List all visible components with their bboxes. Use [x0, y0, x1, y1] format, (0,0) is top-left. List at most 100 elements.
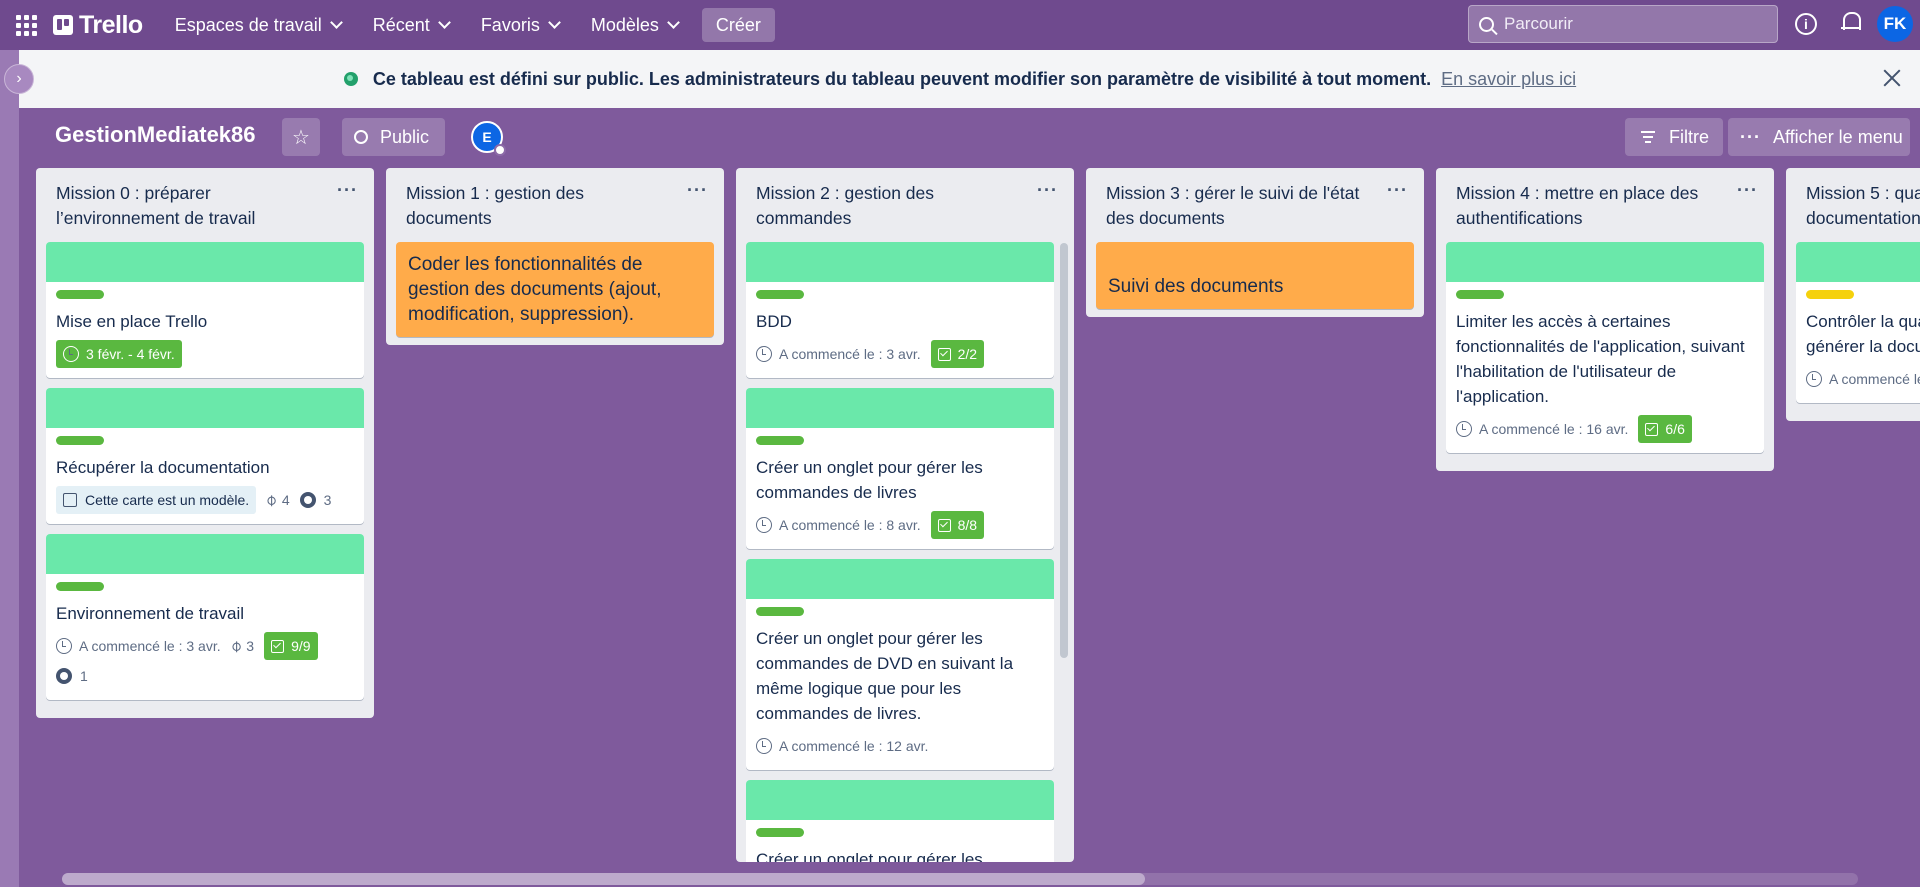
clock-icon [63, 346, 79, 362]
show-menu-button[interactable]: ··· Afficher le menu [1728, 118, 1910, 156]
more-icon: ··· [1740, 126, 1761, 147]
paperclip-icon: ⌀ [226, 636, 246, 656]
nav-menu: Espaces de travail Récent Favoris Modèle… [163, 8, 783, 42]
card[interactable]: BDD A commencé le : 3 avr. 2/2 [746, 242, 1054, 378]
visibility-banner: Ce tableau est défini sur public. Les ad… [0, 50, 1920, 108]
clock-icon [1806, 371, 1822, 387]
card[interactable]: Coder les fonctionnalités de gestion des… [396, 242, 714, 337]
card-container: Contrôler la qualité, gérer des tests et… [1786, 232, 1920, 403]
star-button[interactable]: ☆ [282, 118, 320, 156]
card-label-green[interactable] [56, 582, 104, 591]
card-container: Limiter les accès à certaines fonctionna… [1436, 232, 1774, 453]
card[interactable]: Mise en place Trello 3 févr. - 4 févr. [46, 242, 364, 378]
workspaces-menu-button[interactable]: Espaces de travail [163, 8, 353, 42]
card[interactable]: Récupérer la documentation Cette carte e… [46, 388, 364, 524]
info-icon[interactable]: i [1795, 13, 1817, 35]
list-title[interactable]: Mission 0 : préparer l’environnement de … [56, 183, 255, 228]
admin-badge-icon [494, 144, 506, 156]
checklist-icon [937, 518, 951, 532]
start-date-badge: A commencé le : 3 avr. [56, 632, 221, 660]
trello-logo[interactable]: Trello [53, 11, 143, 40]
apps-grid-icon[interactable] [13, 12, 39, 38]
card[interactable]: Environnement de travail A commencé le :… [46, 534, 364, 700]
list-title[interactable]: Mission 5 : qualité, tests et documentat… [1806, 183, 1920, 228]
visibility-button[interactable]: Public [342, 118, 445, 156]
sidebar-expand-button[interactable]: › [4, 64, 34, 94]
start-date-badge: A commencé le : 23 avr. [1806, 365, 1920, 393]
list-header[interactable]: Mission 3 : gérer le suivi de l'état des… [1086, 168, 1424, 232]
recent-menu-button[interactable]: Récent [361, 8, 461, 42]
more-icon[interactable]: ··· [1387, 178, 1408, 203]
card-label-green[interactable] [56, 436, 104, 445]
github-icon [56, 668, 72, 684]
attachments-count: 3 [246, 638, 255, 654]
board-scrollbar-thumb[interactable] [62, 873, 1145, 885]
card-badges: A commencé le : 3 avr. 2/2 [756, 340, 1044, 370]
board-title[interactable]: GestionMediatek86 [55, 122, 256, 148]
github-icon [299, 492, 316, 508]
card-cover [1796, 242, 1920, 282]
more-icon[interactable]: ··· [687, 178, 708, 203]
start-date-badge: A commencé le : 12 avr. [756, 732, 928, 760]
list-mission-5: Mission 5 : qualité, tests et documentat… [1786, 168, 1920, 421]
card-label-green[interactable] [756, 607, 804, 616]
attachments-badge: ⌀ 4 [262, 486, 290, 514]
list-title[interactable]: Mission 2 : gestion des commandes [756, 183, 934, 228]
start-date-label: A commencé le : 3 avr. [779, 346, 921, 362]
template-label: Cette carte est un modèle. [85, 492, 250, 508]
user-avatar[interactable]: FK [1877, 6, 1913, 42]
list-header[interactable]: Mission 1 : gestion des documents ··· [386, 168, 724, 232]
learn-more-link[interactable]: En savoir plus ici [1441, 69, 1576, 90]
more-icon[interactable]: ··· [1037, 178, 1058, 203]
list-title[interactable]: Mission 4 : mettre en place des authenti… [1456, 183, 1698, 228]
list-title[interactable]: Mission 3 : gérer le suivi de l'état des… [1106, 183, 1359, 228]
list-header[interactable]: Mission 4 : mettre en place des authenti… [1436, 168, 1774, 232]
templates-label: Modèles [590, 14, 659, 35]
card[interactable]: Créer un onglet pour gérer les commandes… [746, 559, 1054, 770]
templates-menu-button[interactable]: Modèles [579, 8, 690, 42]
card[interactable]: Suivi des documents [1096, 242, 1414, 309]
start-date-label: A commencé le : 16 avr. [1479, 421, 1629, 437]
checklist-badge: 9/9 [264, 632, 318, 660]
card-cover [746, 242, 1054, 282]
card[interactable]: Contrôler la qualité, gérer des tests et… [1796, 242, 1920, 403]
card-badges: A commencé le : 8 avr. 8/8 [756, 511, 1044, 541]
list-mission-3: Mission 3 : gérer le suivi de l'état des… [1086, 168, 1424, 317]
top-navigation: Trello Espaces de travail Récent Favoris… [0, 0, 1920, 50]
filter-button[interactable]: Filtre [1625, 118, 1723, 156]
card-label-green[interactable] [756, 436, 804, 445]
start-date-label: A commencé le : 12 avr. [779, 738, 929, 754]
card-label-green[interactable] [1456, 290, 1504, 299]
due-date-badge[interactable]: 3 févr. - 4 févr. [56, 340, 182, 368]
more-icon[interactable]: ··· [1737, 178, 1758, 203]
card[interactable]: Limiter les accès à certaines fonctionna… [1446, 242, 1764, 453]
globe-icon [354, 130, 368, 144]
card-label-yellow[interactable] [1806, 290, 1854, 299]
card-title: Environnement de travail [56, 604, 245, 623]
chevron-down-icon [667, 16, 680, 29]
close-icon[interactable] [1880, 66, 1904, 90]
card-label-green[interactable] [56, 290, 104, 299]
list-header[interactable]: Mission 0 : préparer l’environnement de … [36, 168, 374, 232]
checklist-badge: 2/2 [930, 340, 985, 368]
bell-icon[interactable] [1841, 12, 1861, 32]
card-cover [746, 780, 1054, 820]
card-label-green[interactable] [756, 290, 804, 299]
card[interactable]: Créer un onglet pour gérer les commandes… [746, 780, 1054, 862]
card-label-green[interactable] [756, 828, 804, 837]
card-cover [746, 388, 1054, 428]
create-button[interactable]: Créer [701, 8, 775, 42]
favorites-menu-button[interactable]: Favoris [469, 8, 571, 42]
list-scrollbar[interactable] [1060, 243, 1068, 658]
list-header[interactable]: Mission 5 : qualité, tests et documentat… [1786, 168, 1920, 232]
list-title[interactable]: Mission 1 : gestion des documents [406, 183, 584, 228]
card[interactable]: Créer un onglet pour gérer les commandes… [746, 388, 1054, 549]
card-cover [746, 559, 1054, 599]
search-box[interactable] [1468, 5, 1778, 43]
card-container: Mise en place Trello 3 févr. - 4 févr. R… [36, 232, 374, 700]
card-badges: A commencé le : 3 avr. ⌀ 3 9/9 1 [56, 632, 354, 692]
list-header[interactable]: Mission 2 : gestion des commandes ··· [736, 168, 1074, 232]
more-icon[interactable]: ··· [337, 178, 358, 203]
card-title: Créer un onglet pour gérer les commandes… [756, 458, 983, 502]
search-input[interactable] [1504, 14, 1764, 34]
